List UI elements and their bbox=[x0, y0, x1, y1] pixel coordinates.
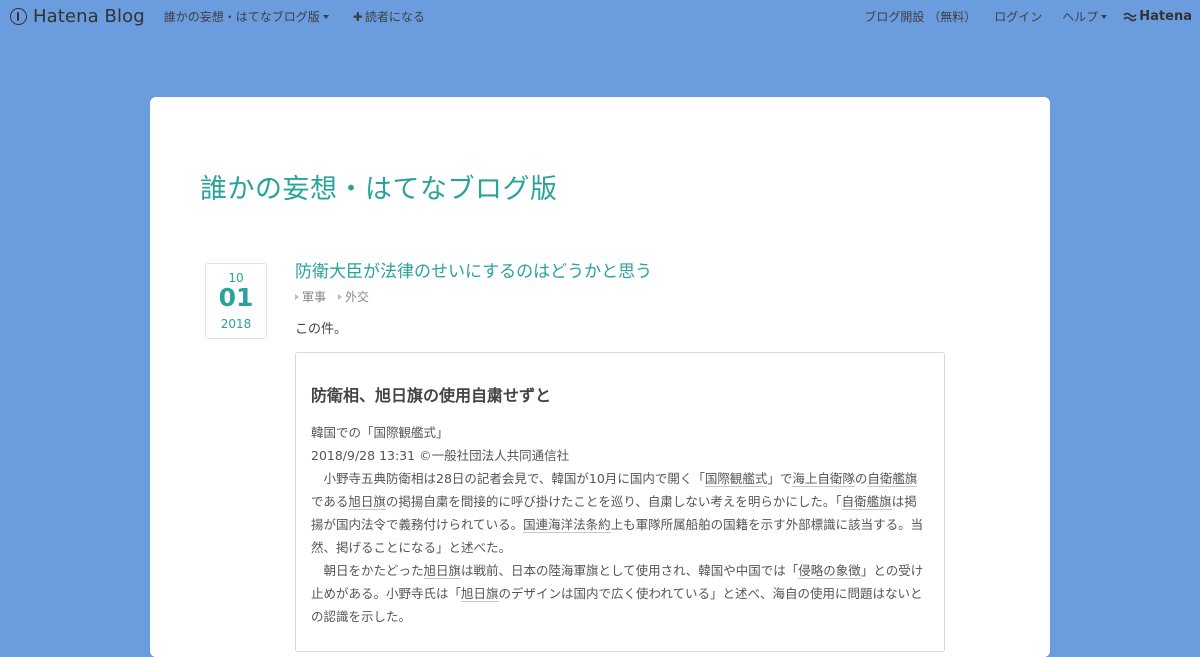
hatena-logo[interactable]: Hatena bbox=[1123, 9, 1192, 24]
entry-date[interactable]: 10 01 2018 bbox=[205, 263, 267, 339]
keyword-link[interactable]: 侵略の象徴 bbox=[798, 563, 861, 579]
keyword-link[interactable]: 自衛艦旗 bbox=[867, 471, 918, 487]
quote-heading: 防衛相、旭日旗の使用自粛せずと bbox=[311, 386, 552, 405]
text-run: は戦前、日本の陸海軍旗として使用され、韓国や中国では「 bbox=[461, 563, 799, 578]
caret-down-icon bbox=[322, 14, 329, 19]
caret-down-icon bbox=[1101, 14, 1108, 19]
category-label: 外交 bbox=[345, 290, 370, 304]
quoted-article: 防衛相、旭日旗の使用自粛せずと 韓国での「国際観艦式」 2018/9/28 13… bbox=[295, 352, 945, 652]
blog-menu-label: 誰かの妄想・はてなブログ版 bbox=[163, 10, 320, 24]
quote-paragraph: 朝日をかたどった旭日旗は戦前、日本の陸海軍旗として使用され、韓国や中国では「侵略… bbox=[311, 559, 929, 628]
quote-subtitle: 韓国での「国際観艦式」 bbox=[311, 425, 449, 440]
plus-icon: ✚ bbox=[352, 9, 363, 24]
hatena-blog-icon bbox=[10, 8, 27, 25]
entry: 防衛大臣が法律のせいにするのはどうかと思う 軍事 外交 この件。 防衛相、旭日旗… bbox=[295, 262, 945, 652]
date-year: 2018 bbox=[220, 317, 252, 331]
keyword-link[interactable]: 旭日旗 bbox=[348, 494, 386, 510]
subscribe-label: 読者になる bbox=[364, 10, 425, 24]
global-header-left: Hatena Blog 誰かの妄想・はてなブログ版 ✚ 読者になる bbox=[10, 6, 425, 27]
entry-categories: 軍事 外交 bbox=[295, 288, 945, 305]
blog-container: 誰かの妄想・はてなブログ版 10 01 2018 防衛大臣が法律のせいにするのは… bbox=[150, 97, 1050, 657]
keyword-link[interactable]: 国連海洋法条約 bbox=[523, 517, 611, 533]
entry-title[interactable]: 防衛大臣が法律のせいにするのはどうかと思う bbox=[295, 262, 945, 282]
category-link[interactable]: 外交 bbox=[338, 288, 369, 305]
hatena-blog-wordmark: Hatena Blog bbox=[33, 6, 145, 27]
global-header-right: ブログ開設 （無料） ログイン ヘルプ Hatena bbox=[864, 8, 1192, 25]
subscribe-button[interactable]: ✚ 読者になる bbox=[353, 8, 425, 25]
keyword-link[interactable]: 旭日旗 bbox=[461, 586, 499, 602]
blog-menu-dropdown[interactable]: 誰かの妄想・はてなブログ版 bbox=[164, 8, 329, 25]
date-day: 01 bbox=[218, 283, 254, 312]
quote-paragraph: 小野寺五典防衛相は28日の記者会見で、韓国が10月に国内で開く「国際観艦式」で海… bbox=[311, 467, 929, 559]
text-run: 小野寺五典防衛相は28日の記者会見で、韓国が10月に国内で開く「 bbox=[323, 471, 705, 486]
global-header: Hatena Blog 誰かの妄想・はてなブログ版 ✚ 読者になる ブログ開設 … bbox=[0, 0, 1200, 36]
quote-meta: 2018/9/28 13:31 ©一般社団法人共同通信社 bbox=[311, 448, 570, 463]
keyword-link[interactable]: 自衛艦旗 bbox=[841, 494, 892, 510]
hatena-wordmark: Hatena bbox=[1139, 9, 1192, 24]
hatena-wave-icon bbox=[1123, 12, 1137, 21]
hatena-blog-logo[interactable]: Hatena Blog bbox=[10, 6, 145, 27]
login-link[interactable]: ログイン bbox=[994, 8, 1042, 25]
help-label: ヘルプ bbox=[1062, 10, 1099, 24]
keyword-link[interactable]: 旭日旗 bbox=[423, 563, 462, 579]
text-run: の掲揚自粛を間接的に呼び掛けたことを巡り、自粛しない考えを明らかにした。「 bbox=[385, 494, 842, 509]
blog-title[interactable]: 誰かの妄想・はてなブログ版 bbox=[200, 167, 558, 206]
entry-intro: この件。 bbox=[295, 322, 348, 337]
category-link[interactable]: 軍事 bbox=[295, 288, 326, 305]
category-label: 軍事 bbox=[302, 290, 327, 304]
text-run: である bbox=[311, 494, 349, 509]
category-arrow-icon bbox=[295, 293, 299, 300]
text-run: 」で bbox=[767, 471, 793, 486]
keyword-link[interactable]: 海上自衛隊 bbox=[792, 471, 855, 487]
open-blog-link[interactable]: ブログ開設 （無料） bbox=[864, 8, 976, 25]
category-arrow-icon bbox=[338, 293, 343, 300]
text-run: の bbox=[854, 471, 868, 486]
text-run: 朝日をかたどった bbox=[323, 563, 424, 578]
help-dropdown[interactable]: ヘルプ bbox=[1062, 8, 1108, 25]
keyword-link[interactable]: 国際観艦式 bbox=[704, 471, 768, 487]
